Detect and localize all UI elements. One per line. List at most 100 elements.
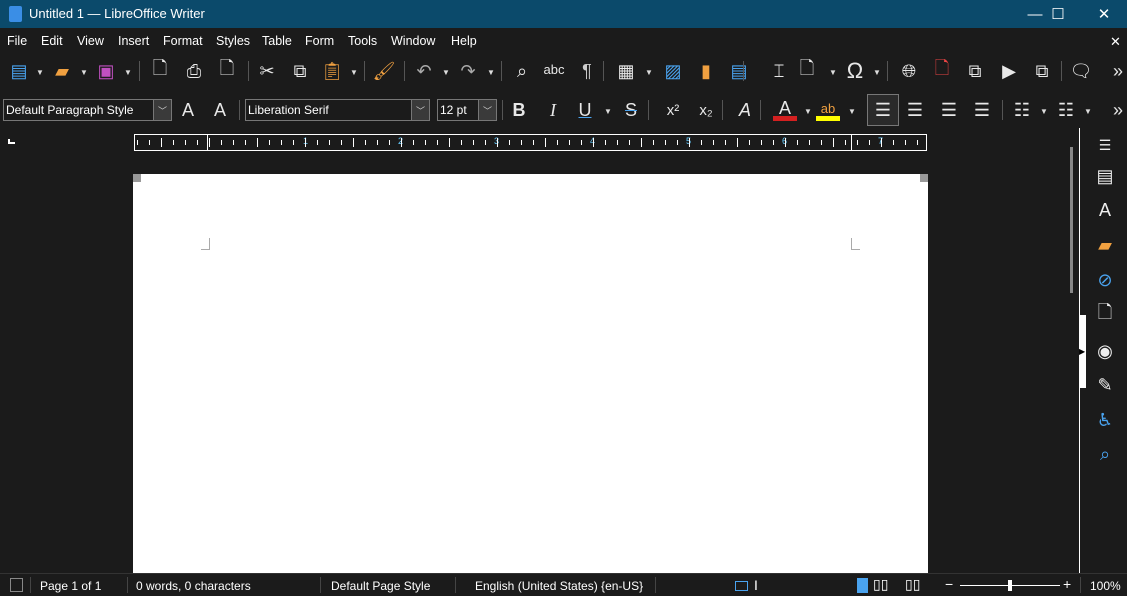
- paste-dropdown-icon[interactable]: ▼: [350, 68, 358, 77]
- cut-icon[interactable]: ✂: [255, 59, 279, 83]
- redo-icon[interactable]: ↷: [456, 59, 480, 83]
- align-left-button[interactable]: ☰: [867, 94, 899, 126]
- maximize-button[interactable]: ☐: [1035, 0, 1081, 28]
- style-inspector-icon[interactable]: ◉: [1090, 338, 1120, 364]
- close-document-button[interactable]: ✕: [1110, 34, 1121, 50]
- hyperlink-icon[interactable]: 🌐︎: [897, 59, 921, 83]
- menu-help[interactable]: Help: [451, 34, 477, 48]
- horizontal-ruler[interactable]: 1 2 3 4 5 6 7: [134, 134, 927, 151]
- language[interactable]: English (United States) {en-US}: [475, 579, 643, 593]
- menu-format[interactable]: Format: [163, 34, 203, 48]
- align-right-button[interactable]: ☰: [937, 98, 961, 122]
- spelling-icon[interactable]: abc: [542, 57, 566, 81]
- single-page-view-icon[interactable]: [857, 578, 868, 593]
- text-box-icon[interactable]: ▤: [727, 59, 751, 83]
- close-window-button[interactable]: ✕: [1081, 0, 1127, 28]
- numbered-list-icon[interactable]: ☷: [1054, 98, 1078, 122]
- print-preview-icon[interactable]: 🗋: [215, 58, 239, 83]
- italic-button[interactable]: I: [541, 98, 565, 122]
- save-dropdown-icon[interactable]: ▼: [124, 68, 132, 77]
- copy-icon[interactable]: ⧉: [288, 59, 312, 83]
- new-style-icon[interactable]: A: [208, 98, 232, 122]
- chevron-down-icon[interactable]: ﹀: [478, 100, 496, 120]
- insert-mode-icon[interactable]: I: [754, 577, 758, 593]
- subscript-button[interactable]: x₂: [694, 98, 718, 122]
- cross-reference-icon[interactable]: ⧉: [963, 59, 987, 83]
- clone-formatting-icon[interactable]: 🖌︎: [372, 59, 396, 83]
- menu-table[interactable]: Table: [262, 34, 292, 48]
- clear-formatting-icon[interactable]: A: [733, 98, 757, 122]
- chevron-down-icon[interactable]: ﹀: [153, 100, 171, 120]
- strikethrough-button[interactable]: S: [619, 98, 643, 122]
- sidebar-collapse-handle[interactable]: ▶: [1079, 315, 1086, 388]
- tab-type-selector[interactable]: [8, 139, 15, 144]
- superscript-button[interactable]: x²: [661, 98, 685, 122]
- menu-view[interactable]: View: [77, 34, 104, 48]
- chart-icon[interactable]: ▮: [694, 59, 718, 83]
- zoom-in-button[interactable]: +: [1063, 576, 1071, 592]
- styles-icon[interactable]: A: [1090, 197, 1120, 223]
- export-pdf-icon[interactable]: 🗋: [148, 58, 172, 83]
- image-icon[interactable]: ▨: [661, 59, 685, 83]
- menu-window[interactable]: Window: [391, 34, 435, 48]
- special-character-dropdown-icon[interactable]: ▼: [873, 68, 881, 77]
- new-document-icon[interactable]: ▤: [7, 59, 31, 83]
- selection-mode-icon[interactable]: [735, 581, 748, 591]
- align-center-button[interactable]: ☰: [903, 98, 927, 122]
- field-dropdown-icon[interactable]: ▼: [829, 68, 837, 77]
- bold-button[interactable]: B: [507, 98, 531, 122]
- justify-button[interactable]: ☰: [970, 98, 994, 122]
- zoom-out-button[interactable]: −: [945, 576, 953, 592]
- new-dropdown-icon[interactable]: ▼: [36, 68, 44, 77]
- bullet-list-icon[interactable]: ☷: [1010, 98, 1034, 122]
- book-view-icon[interactable]: ▯▯: [905, 576, 920, 593]
- bookmark-icon[interactable]: ▶: [997, 59, 1021, 83]
- special-character-icon[interactable]: Ω: [843, 58, 867, 83]
- track-changes-icon[interactable]: ⧉: [1030, 59, 1054, 83]
- more-formatting-button[interactable]: »: [1106, 98, 1127, 122]
- vertical-scrollbar[interactable]: [1070, 147, 1073, 293]
- menu-tools[interactable]: Tools: [348, 34, 377, 48]
- page-icon[interactable]: 🗋: [1090, 302, 1120, 328]
- numbered-dropdown-icon[interactable]: ▼: [1084, 107, 1092, 116]
- accessibility-check-icon[interactable]: ♿︎: [1090, 407, 1120, 433]
- document-page[interactable]: [133, 174, 928, 574]
- word-count[interactable]: 0 words, 0 characters: [136, 579, 251, 593]
- more-standard-button[interactable]: »: [1106, 59, 1127, 83]
- underline-dropdown-icon[interactable]: ▼: [604, 107, 612, 116]
- navigator-icon[interactable]: ⊘: [1090, 267, 1120, 293]
- menu-file[interactable]: File: [7, 34, 27, 48]
- zoom-slider-thumb[interactable]: [1008, 580, 1012, 591]
- zoom-level[interactable]: 100%: [1090, 579, 1121, 593]
- page-count[interactable]: Page 1 of 1: [40, 579, 101, 593]
- undo-icon[interactable]: ↶: [412, 59, 436, 83]
- formatting-marks-icon[interactable]: ¶: [575, 59, 599, 83]
- highlight-dropdown-icon[interactable]: ▼: [848, 107, 856, 116]
- paragraph-style-combo[interactable]: Default Paragraph Style ﹀: [3, 99, 172, 121]
- redo-dropdown-icon[interactable]: ▼: [487, 68, 495, 77]
- footnote-icon[interactable]: 🗋: [930, 58, 954, 83]
- field-icon[interactable]: 🗋: [795, 58, 819, 83]
- manage-changes-icon[interactable]: ✎: [1090, 372, 1120, 398]
- page-style[interactable]: Default Page Style: [331, 579, 430, 593]
- properties-icon[interactable]: ▤: [1090, 163, 1120, 189]
- multi-page-view-icon[interactable]: ▯▯: [873, 576, 888, 593]
- undo-dropdown-icon[interactable]: ▼: [442, 68, 450, 77]
- open-dropdown-icon[interactable]: ▼: [80, 68, 88, 77]
- gallery-icon[interactable]: ▰: [1090, 232, 1120, 258]
- menu-styles[interactable]: Styles: [216, 34, 250, 48]
- update-style-icon[interactable]: A: [176, 98, 200, 122]
- font-color-dropdown-icon[interactable]: ▼: [804, 107, 812, 116]
- table-dropdown-icon[interactable]: ▼: [645, 68, 653, 77]
- page-break-icon[interactable]: ⌶: [767, 59, 791, 83]
- menu-edit[interactable]: Edit: [41, 34, 63, 48]
- underline-button[interactable]: U: [573, 98, 597, 122]
- menu-form[interactable]: Form: [305, 34, 334, 48]
- font-size-combo[interactable]: 12 pt ﹀: [437, 99, 497, 121]
- save-icon[interactable]: ▣: [94, 59, 118, 83]
- open-folder-icon[interactable]: ▰: [50, 59, 74, 83]
- find-icon[interactable]: ⌕: [1090, 441, 1120, 467]
- bullet-dropdown-icon[interactable]: ▼: [1040, 107, 1048, 116]
- print-icon[interactable]: ⎙: [182, 59, 206, 83]
- paste-icon[interactable]: 📋︎: [320, 59, 344, 83]
